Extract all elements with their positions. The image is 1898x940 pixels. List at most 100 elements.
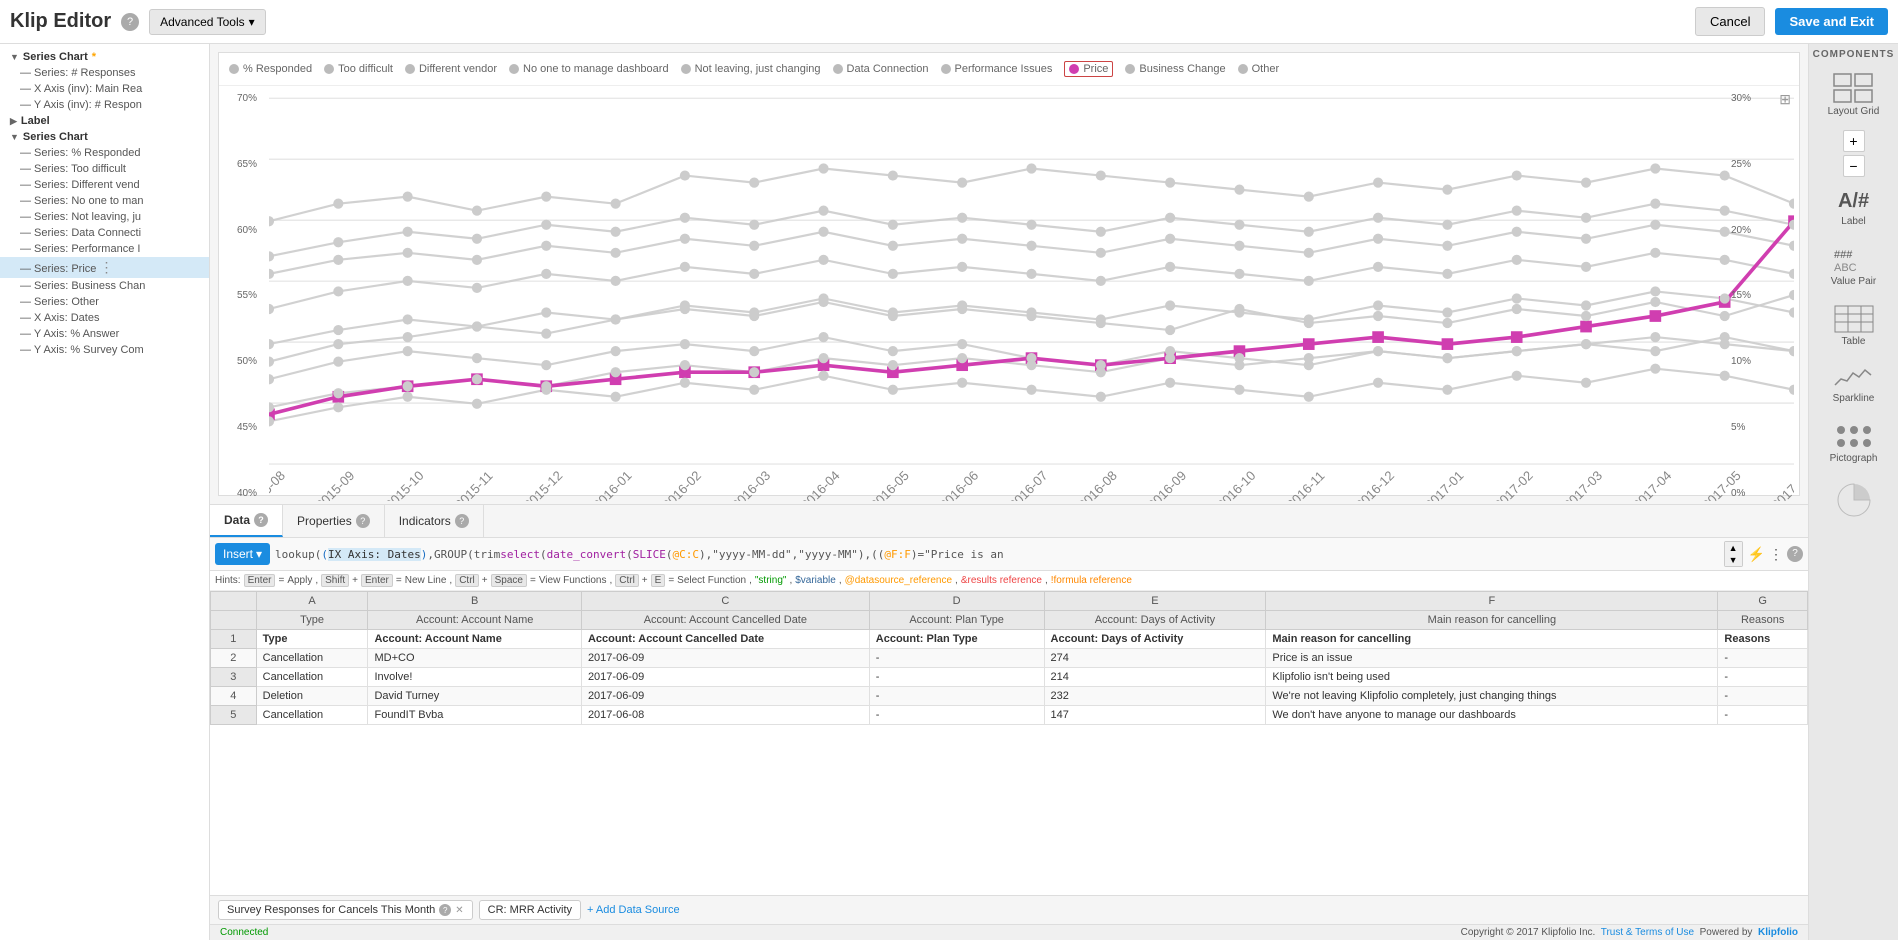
add-datasource-button[interactable]: + Add Data Source (587, 904, 680, 916)
component-label[interactable]: A/# Label (1833, 185, 1874, 232)
svg-text:2016-06: 2016-06 (937, 468, 981, 501)
col-letter-header: A (256, 592, 368, 611)
hint-var-ref: $variable (795, 575, 836, 586)
y-axis-left: 70%65%60%55%50%45%40% (219, 91, 259, 501)
chart-legend: % RespondedToo difficultDifferent vendor… (219, 53, 1799, 86)
component-pictograph[interactable]: Pictograph (1825, 417, 1883, 469)
hint-ctrl2: Ctrl (615, 574, 639, 587)
table-row: 1TypeAccount: Account NameAccount: Accou… (211, 630, 1808, 649)
connected-status: Connected (220, 927, 268, 938)
trust-link[interactable]: Trust & Terms of Use (1601, 927, 1694, 938)
tree-item[interactable]: — Y Axis: % Survey Com (0, 342, 209, 358)
chart-svg: 2015-082015-092015-102015-112015-122016-… (269, 91, 1794, 501)
tree-item[interactable]: — X Axis (inv): Main Rea (0, 81, 209, 97)
zoom-in-button[interactable]: + (1843, 130, 1865, 152)
tree-item[interactable]: — Y Axis: % Answer (0, 326, 209, 342)
formula-more-button[interactable]: ⋮ (1769, 546, 1783, 563)
svg-text:2017-01: 2017-01 (1422, 468, 1466, 501)
legend-item: Performance Issues (941, 61, 1053, 77)
sparkline-icon (1833, 365, 1873, 390)
insert-button[interactable]: Insert ▾ (215, 543, 270, 565)
tree-item[interactable]: ▼ Series Chart (0, 129, 209, 145)
svg-text:2015-08: 2015-08 (269, 468, 288, 501)
formula-input[interactable]: lookup((IX Axis: Dates),GROUP(trimselect… (275, 548, 1719, 561)
datasource-tab[interactable]: Survey Responses for Cancels This Month … (218, 900, 473, 920)
hint-shift: Shift (321, 574, 349, 587)
legend-dot (1238, 64, 1248, 74)
ds-close-icon[interactable]: ✕ (455, 905, 463, 916)
formula-scroll-up[interactable]: ▲ (1725, 542, 1742, 554)
tree-item[interactable]: — Series: Business Chan (0, 278, 209, 294)
tree-item[interactable]: — Series: % Responded (0, 145, 209, 161)
component-sparkline[interactable]: Sparkline (1828, 360, 1880, 409)
zoom-controls: + − (1843, 130, 1865, 177)
col-header (211, 611, 257, 630)
formula-scroll-down[interactable]: ▼ (1725, 554, 1742, 566)
svg-text:2017-03: 2017-03 (1561, 468, 1605, 501)
zoom-out-button[interactable]: − (1843, 155, 1865, 177)
legend-item: Too difficult (324, 61, 393, 77)
value-pair-label: Value Pair (1831, 276, 1876, 287)
main-layout: ▼ Series Chart *— Series: # Responses— X… (0, 44, 1898, 940)
tree-item[interactable]: ▶ Label (0, 113, 209, 129)
tree-item[interactable]: ▼ Series Chart * (0, 49, 209, 65)
tree-item[interactable]: — Y Axis (inv): # Respon (0, 97, 209, 113)
advanced-tools-button[interactable]: Advanced Tools ▾ (149, 9, 266, 35)
tree-item[interactable]: — Series: No one to man (0, 193, 209, 209)
component-table[interactable]: Table (1829, 300, 1879, 352)
col-header: Account: Plan Type (869, 611, 1044, 630)
component-layout-grid[interactable]: Layout Grid (1823, 68, 1885, 122)
tree-item[interactable]: — X Axis: Dates (0, 310, 209, 326)
col-letter-header: B (368, 592, 581, 611)
svg-text:###: ### (1834, 249, 1853, 261)
formula-lightning-button[interactable]: ⚡ (1748, 546, 1765, 563)
svg-text:2015-10: 2015-10 (382, 468, 426, 501)
status-bar: Connected Copyright © 2017 Klipfolio Inc… (210, 924, 1808, 940)
component-value-pair[interactable]: ### ABC Value Pair (1826, 240, 1881, 292)
y-axis-label: 40% (221, 488, 257, 499)
col-header: Type (256, 611, 368, 630)
ds-help-icon[interactable]: ? (439, 904, 451, 916)
save-exit-button[interactable]: Save and Exit (1775, 8, 1888, 35)
tree-item[interactable]: — Series: Data Connecti (0, 225, 209, 241)
pictograph-icon (1834, 422, 1874, 450)
hint-results-ref: &results reference (961, 575, 1042, 586)
formula-help-button[interactable]: ? (1787, 546, 1803, 562)
center-area: % RespondedToo difficultDifferent vendor… (210, 44, 1808, 940)
components-title: COMPONENTS (1813, 49, 1895, 60)
tree-item[interactable]: — Series: # Responses (0, 65, 209, 81)
tab-data[interactable]: Data ? (210, 505, 283, 537)
svg-text:2015-09: 2015-09 (313, 468, 357, 501)
legend-dot (1125, 64, 1135, 74)
pie-icon (1836, 482, 1872, 518)
tree-item[interactable]: — Series: Performance I (0, 241, 209, 257)
grid-icon: ⊞ (1779, 91, 1791, 108)
y-axis-right: 30%25%20%15%10%5%0% (1729, 91, 1764, 501)
hint-datasource-ref: @datasource_reference (845, 575, 952, 586)
legend-dot (681, 64, 691, 74)
data-table-wrapper: ABCDEFGTypeAccount: Account NameAccount:… (210, 591, 1808, 895)
svg-text:2016-08: 2016-08 (1075, 468, 1119, 501)
y-axis-label: 60% (221, 225, 257, 236)
header-help-icon[interactable]: ? (121, 13, 139, 31)
tab-properties[interactable]: Properties ? (283, 505, 385, 537)
tree-item[interactable]: — Series: Not leaving, ju (0, 209, 209, 225)
tree-item[interactable]: — Series: Different vend (0, 177, 209, 193)
legend-item: Other (1238, 61, 1280, 77)
tree-item[interactable]: — Series: Too difficult (0, 161, 209, 177)
cancel-button[interactable]: Cancel (1695, 7, 1765, 36)
indicators-tab-help-icon[interactable]: ? (455, 514, 469, 528)
hint-formula-ref: !formula reference (1051, 575, 1132, 586)
component-pie[interactable] (1831, 477, 1877, 523)
chart-area: % RespondedToo difficultDifferent vendor… (210, 44, 1808, 504)
tree-item[interactable]: — Series: Other (0, 294, 209, 310)
tab-indicators[interactable]: Indicators ? (385, 505, 484, 537)
y-axis-label: 25% (1731, 159, 1762, 170)
tree-item[interactable]: — Series: Price ⋮ (0, 257, 209, 278)
header: Klip Editor ? Advanced Tools ▾ Cancel Sa… (0, 0, 1898, 44)
bottom-section: Data ? Properties ? Indicators ? Insert … (210, 504, 1808, 924)
datasource-tab[interactable]: CR: MRR Activity (479, 900, 581, 920)
properties-tab-help-icon[interactable]: ? (356, 514, 370, 528)
data-tab-help-icon[interactable]: ? (254, 513, 268, 527)
col-header: Account: Account Name (368, 611, 581, 630)
